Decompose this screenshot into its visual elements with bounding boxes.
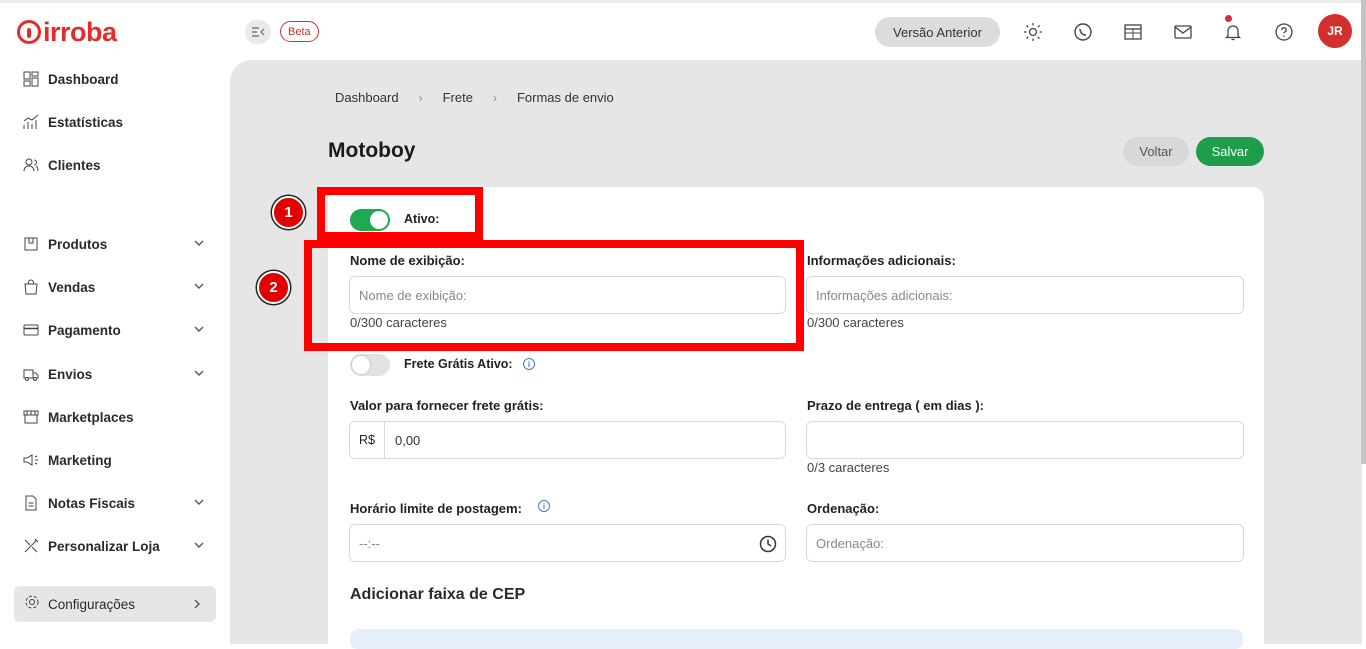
- sidebar-item-notas-fiscais[interactable]: Notas Fiscais: [22, 492, 212, 514]
- sidebar-item-produtos[interactable]: Produtos: [22, 233, 212, 255]
- post-time-input[interactable]: --:--: [349, 524, 786, 562]
- sidebar-item-envios[interactable]: Envios: [22, 363, 212, 385]
- post-time-label: Horário limite de postagem:: [350, 501, 522, 516]
- tools-icon: [22, 537, 40, 555]
- clock-icon[interactable]: [759, 535, 777, 553]
- sidebar-item-personalizar-loja[interactable]: Personalizar Loja: [22, 535, 212, 557]
- stats-icon: [22, 113, 40, 131]
- delivery-days-input[interactable]: [806, 421, 1244, 459]
- chevron-down-icon: [194, 326, 204, 332]
- logo-text: irroba: [43, 17, 117, 47]
- products-icon: [22, 235, 40, 253]
- page-scrollbar[interactable]: [1361, 0, 1366, 464]
- highlight-box-2: [304, 240, 804, 351]
- sidebar-item-label: Dashboard: [48, 71, 119, 87]
- calendar-icon[interactable]: [1121, 20, 1145, 44]
- sun-icon[interactable]: [1021, 20, 1045, 44]
- sidebar-item-label: Marketing: [48, 452, 112, 468]
- info-icon[interactable]: i: [523, 358, 535, 370]
- collapse-sidebar-button[interactable]: [245, 20, 271, 44]
- mail-icon[interactable]: [1171, 20, 1195, 44]
- delivery-days-label: Prazo de entrega ( em dias ):: [807, 398, 984, 413]
- sidebar-item-dashboard[interactable]: Dashboard: [22, 68, 212, 90]
- chevron-right-icon: ›: [492, 90, 497, 105]
- delivery-days-counter: 0/3 caracteres: [807, 460, 890, 475]
- extra-info-input[interactable]: Informações adicionais:: [806, 276, 1244, 314]
- breadcrumb-item[interactable]: Formas de envio: [517, 90, 614, 105]
- chevron-down-icon: [194, 370, 204, 376]
- toggle-knob: [352, 356, 370, 374]
- chevron-right-icon: ›: [418, 90, 423, 105]
- logo-icon: [17, 20, 41, 44]
- free-shipping-label: Frete Grátis Ativo:: [404, 357, 513, 371]
- annotation-badge-2: 2: [257, 271, 290, 304]
- page-title: Motoboy: [328, 139, 416, 162]
- user-avatar[interactable]: JR: [1318, 14, 1352, 48]
- bell-icon[interactable]: [1221, 20, 1245, 44]
- extra-info-label: Informações adicionais:: [807, 253, 956, 268]
- free-value-input[interactable]: R$ 0,00: [349, 421, 786, 459]
- brand-logo[interactable]: irroba: [17, 18, 117, 46]
- back-button[interactable]: Voltar: [1123, 137, 1189, 166]
- currency-prefix: R$: [350, 422, 385, 458]
- beta-badge: Beta: [280, 21, 319, 42]
- chevron-down-icon: [194, 283, 204, 289]
- help-icon[interactable]: [1272, 20, 1296, 44]
- gear-icon: [24, 594, 40, 615]
- free-value-label: Valor para fornecer frete grátis:: [350, 398, 544, 413]
- bag-icon: [22, 278, 40, 296]
- save-button[interactable]: Salvar: [1196, 137, 1264, 166]
- sidebar-item-label: Notas Fiscais: [48, 495, 136, 511]
- annotation-badge-1: 1: [272, 196, 305, 229]
- highlight-box-1: [317, 187, 483, 240]
- sidebar-item-configuracoes[interactable]: Configurações: [14, 586, 216, 622]
- notification-dot: [1225, 15, 1232, 22]
- sidebar-item-label: Estatísticas: [48, 114, 124, 130]
- top-border: [0, 0, 1366, 3]
- sidebar-item-label: Clientes: [48, 157, 101, 173]
- chevron-down-icon: [194, 499, 204, 505]
- breadcrumb-item[interactable]: Frete: [443, 90, 473, 105]
- order-input[interactable]: Ordenação:: [806, 524, 1244, 562]
- sidebar-item-vendas[interactable]: Vendas: [22, 276, 212, 298]
- sidebar-item-label: Personalizar Loja: [48, 538, 160, 554]
- breadcrumb-item[interactable]: Dashboard: [335, 90, 399, 105]
- free-value-text: 0,00: [394, 432, 421, 448]
- whatsapp-icon[interactable]: [1071, 20, 1095, 44]
- order-label: Ordenação:: [807, 501, 880, 516]
- previous-version-button[interactable]: Versão Anterior: [875, 17, 1000, 47]
- chevron-right-icon: [194, 599, 200, 609]
- store-icon: [22, 408, 40, 426]
- sidebar-item-marketplaces[interactable]: Marketplaces: [22, 406, 212, 428]
- invoice-icon: [22, 494, 40, 512]
- sidebar-item-label: Envios: [48, 366, 93, 382]
- megaphone-icon: [22, 451, 40, 469]
- dashboard-icon: [22, 70, 40, 88]
- card-icon: [22, 321, 40, 339]
- sidebar-item-label: Marketplaces: [48, 409, 134, 425]
- truck-icon: [22, 365, 40, 383]
- sidebar-item-estatisticas[interactable]: Estatísticas: [22, 111, 212, 133]
- cep-section-title: Adicionar faixa de CEP: [350, 586, 526, 603]
- chevron-down-icon: [194, 240, 204, 246]
- sidebar-item-label: Vendas: [48, 279, 96, 295]
- extra-info-counter: 0/300 caracteres: [807, 315, 904, 330]
- breadcrumb: Dashboard › Frete › Formas de envio: [335, 90, 614, 105]
- sidebar-item-label: Configurações: [48, 596, 136, 612]
- post-time-placeholder: --:--: [359, 535, 380, 551]
- sidebar-item-pagamento[interactable]: Pagamento: [22, 319, 212, 341]
- info-icon[interactable]: i: [538, 500, 550, 512]
- chevron-down-icon: [194, 542, 204, 548]
- sidebar-item-clientes[interactable]: Clientes: [22, 154, 212, 176]
- sidebar-item-label: Pagamento: [48, 322, 121, 338]
- free-shipping-toggle[interactable]: [350, 354, 390, 376]
- users-icon: [22, 156, 40, 174]
- collapse-icon: [252, 27, 265, 37]
- sidebar-item-label: Produtos: [48, 236, 108, 252]
- cep-info-box: [350, 629, 1243, 649]
- sidebar-item-marketing[interactable]: Marketing: [22, 449, 212, 471]
